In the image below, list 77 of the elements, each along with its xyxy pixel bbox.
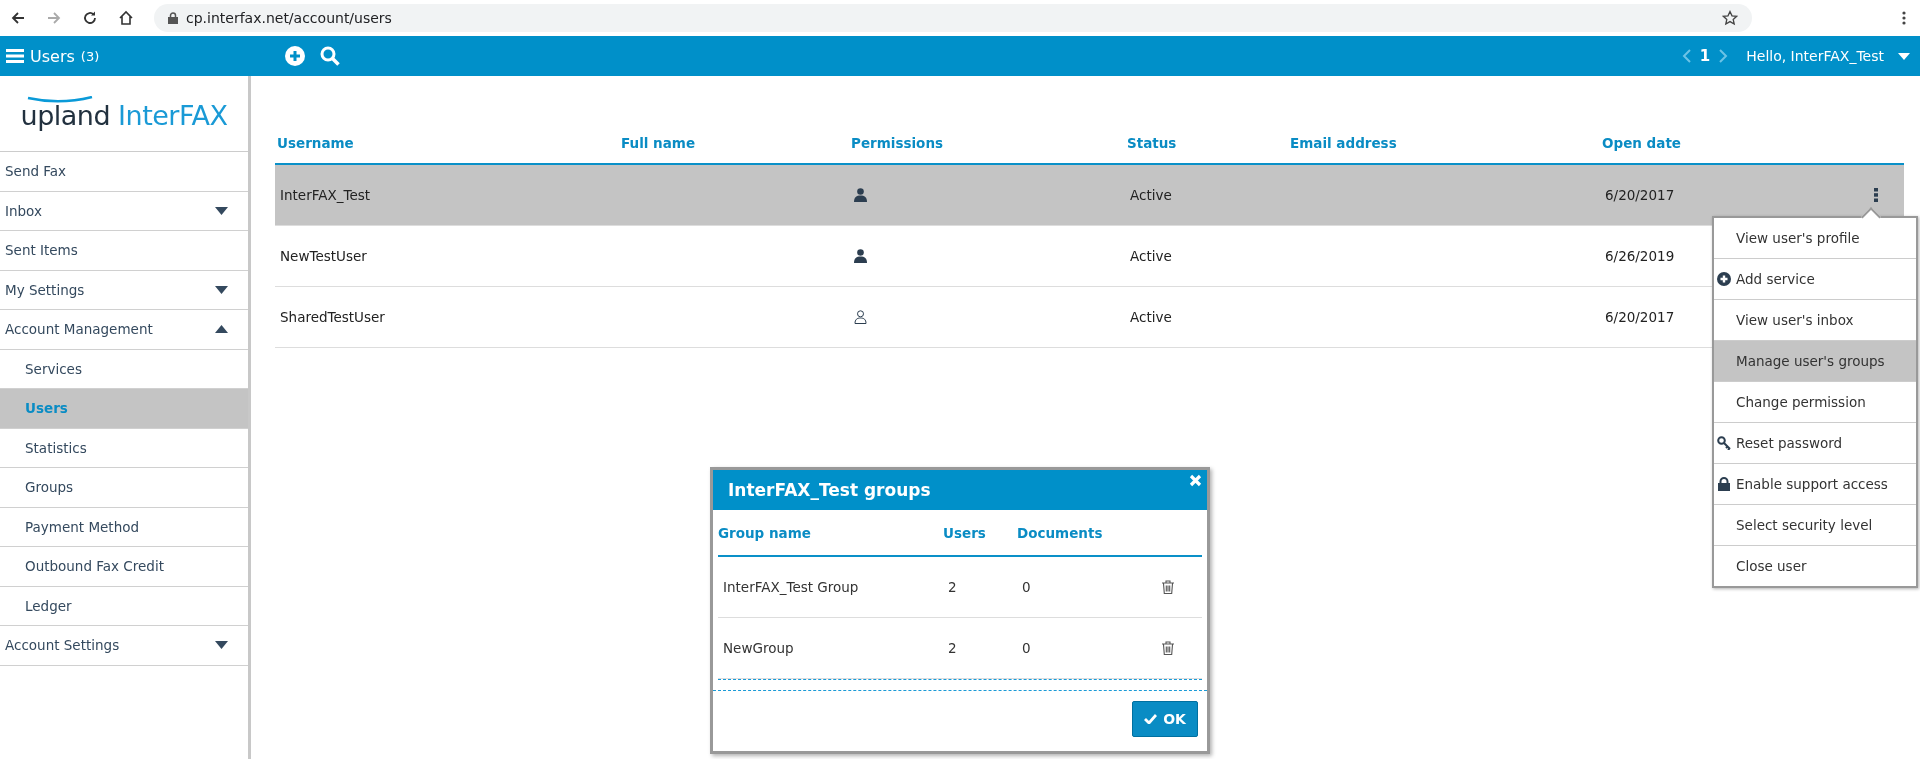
logo-product-text: InterFAX <box>118 100 228 131</box>
table-cell-text: 0 <box>1021 579 1032 595</box>
table-cell-text: NewGroup <box>722 640 795 656</box>
caret-down-icon <box>215 641 228 650</box>
star-icon[interactable] <box>1722 10 1738 26</box>
table-cell-text: Active <box>1129 248 1173 264</box>
search-icon[interactable] <box>320 46 340 66</box>
more-options-icon[interactable] <box>1874 188 1878 202</box>
menu-item[interactable]: Add service <box>1714 259 1916 300</box>
sidebar-item[interactable]: Groups <box>0 468 248 508</box>
table-cell-text: Active <box>1129 309 1173 325</box>
close-icon[interactable] <box>1189 474 1202 487</box>
trash-icon[interactable] <box>1162 580 1174 594</box>
add-icon[interactable] <box>285 46 305 66</box>
table-cell: 6/26/2019 <box>1605 248 1675 264</box>
ok-button[interactable]: OK <box>1132 701 1198 737</box>
table-cell-text: 2 <box>947 640 958 656</box>
column-header[interactable]: Full name <box>619 135 849 151</box>
column-header[interactable]: Username <box>275 135 619 151</box>
column-header[interactable]: Email address <box>1288 135 1600 151</box>
table-cell: 6/20/2017 <box>1605 187 1675 203</box>
menu-item[interactable]: Select security level <box>1714 505 1916 546</box>
table-cell-text: Active <box>1129 187 1173 203</box>
sidebar-item[interactable]: Ledger <box>0 586 248 626</box>
more-options-icon[interactable] <box>1902 10 1906 26</box>
table-cell: 6/20/2017 <box>1605 309 1675 325</box>
sidebar-item[interactable]: Account Settings <box>0 626 248 666</box>
sidebar-item[interactable]: Inbox <box>0 191 248 231</box>
home-icon[interactable] <box>118 10 134 26</box>
menu-item[interactable]: Enable support access <box>1714 464 1916 505</box>
table-cell-text: InterFAX_Test <box>279 187 372 203</box>
caret-down-icon <box>215 285 228 294</box>
trash-icon[interactable] <box>1162 641 1174 655</box>
dialog-title: InterFAX_Test groups <box>728 480 931 500</box>
user-count: (3) <box>80 48 100 64</box>
lock-icon <box>168 12 178 24</box>
url-text: cp.interfax.net/account/users <box>186 10 392 26</box>
table-cell-text: InterFAX_Test Group <box>722 579 860 595</box>
page-number: 1 <box>1699 47 1711 65</box>
sidebar-item[interactable]: Payment Method <box>0 507 248 547</box>
column-header[interactable]: Open date <box>1600 135 1904 151</box>
page-title: Users <box>30 46 75 66</box>
sidebar-item[interactable]: My Settings <box>0 270 248 310</box>
table-row[interactable]: InterFAX_Test Active 6/20/2017 <box>275 165 1904 226</box>
back-arrow-icon[interactable] <box>10 10 26 26</box>
arc-icon <box>26 96 93 104</box>
sidebar-item[interactable]: Send Fax <box>0 152 248 192</box>
caret-up-icon <box>215 325 228 334</box>
sidebar-item[interactable]: Outbound Fax Credit <box>0 547 248 587</box>
sidebar-item[interactable]: Sent Items <box>0 231 248 271</box>
caret-down-icon <box>215 206 228 215</box>
column-header[interactable]: Users <box>943 524 1017 541</box>
lock-icon <box>1717 477 1731 491</box>
sidebar-item[interactable]: Account Management <box>0 310 248 350</box>
checkmark-icon <box>1144 714 1158 724</box>
menu-item[interactable]: View user's profile <box>1714 218 1916 259</box>
column-header[interactable]: Permissions <box>849 135 1125 151</box>
reload-icon[interactable] <box>82 10 98 26</box>
menu-item[interactable]: Close user <box>1714 546 1916 586</box>
logo-brand-text: upland <box>20 100 111 131</box>
menu-icon[interactable] <box>6 48 24 64</box>
table-cell-text: 0 <box>1021 640 1032 656</box>
sidebar-item[interactable]: Statistics <box>0 428 248 468</box>
column-header[interactable]: Documents <box>1017 524 1157 541</box>
address-bar[interactable]: cp.interfax.net/account/users <box>154 4 1752 32</box>
plus-circle-icon <box>1717 272 1731 286</box>
menu-item[interactable]: Change permission <box>1714 382 1916 423</box>
key-icon <box>1717 436 1731 450</box>
column-header[interactable]: Group name <box>718 524 943 541</box>
column-header[interactable]: Status <box>1125 135 1288 151</box>
menu-item[interactable]: Reset password <box>1714 423 1916 464</box>
table-cell-text: NewTestUser <box>279 248 368 264</box>
menu-item[interactable]: Manage user's groups <box>1714 341 1916 382</box>
table-cell-text: SharedTestUser <box>279 309 386 325</box>
caret-down-icon[interactable] <box>1898 52 1910 60</box>
table-cell-text: 2 <box>947 579 958 595</box>
user-greeting[interactable]: Hello, InterFAX_Test <box>1746 48 1884 64</box>
